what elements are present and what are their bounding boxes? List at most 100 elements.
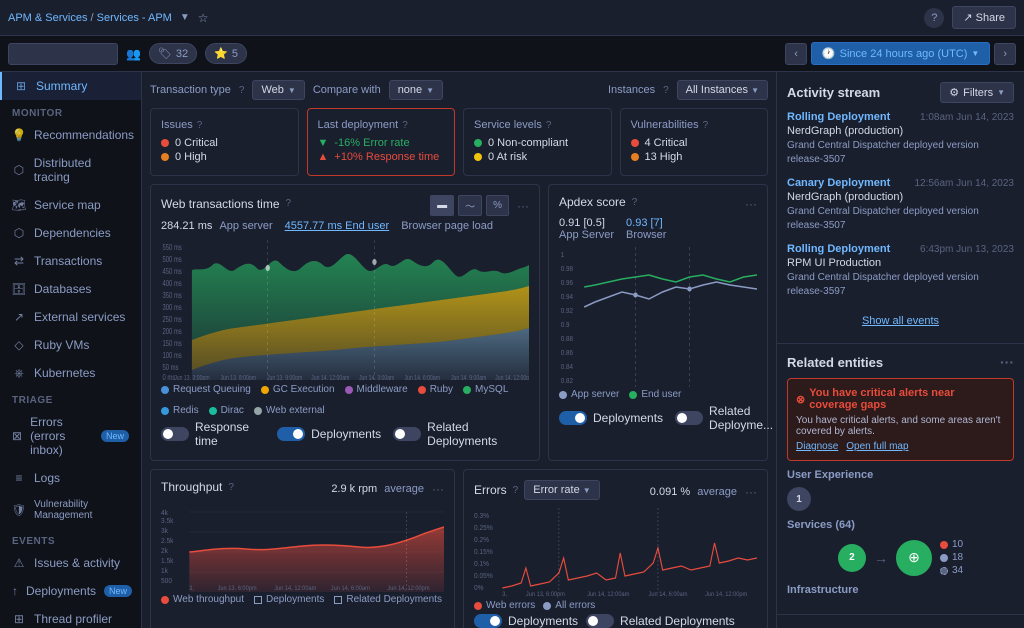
- diagnose-link[interactable]: Diagnose: [796, 441, 838, 452]
- svg-text:1: 1: [561, 252, 565, 259]
- more-icon-wt[interactable]: ···: [517, 199, 529, 213]
- vulnerabilities-critical-row: 4 Critical: [631, 137, 758, 149]
- legend-middleware: Middleware: [345, 384, 408, 395]
- open-full-map-link[interactable]: Open full map: [846, 441, 908, 452]
- errors-title: Errors ? Error rate ▼: [474, 480, 600, 500]
- sidebar-item-transactions[interactable]: ⇄ Transactions: [0, 247, 141, 275]
- apdex-related-label: Related Deployme...: [709, 404, 773, 432]
- svg-text:300 ms: 300 ms: [162, 304, 182, 312]
- svg-text:Jun 14, 12:00pm: Jun 14, 12:00pm: [495, 374, 529, 380]
- time-nav-next[interactable]: ›: [994, 43, 1016, 65]
- sidebar-item-external-services[interactable]: ↗ External services: [0, 303, 141, 331]
- more-icon-throughput[interactable]: ···: [432, 482, 444, 496]
- sidebar-item-deployments[interactable]: ↑ Deployments New: [0, 577, 141, 605]
- sidebar-item-errors-inbox[interactable]: ⊠ Errors (errors inbox) New: [0, 408, 141, 464]
- response-time-toggle[interactable]: [161, 427, 189, 441]
- user-experience-title: User Experience: [787, 469, 1014, 481]
- activity-item-3-desc: Grand Central Dispatcher deployed versio…: [787, 271, 1014, 299]
- share-icon: ↗: [963, 12, 972, 24]
- compare-none-button[interactable]: none ▼: [389, 80, 443, 100]
- deployments-badge: New: [104, 585, 132, 597]
- sidebar-item-logs[interactable]: ≡ Logs: [0, 464, 141, 492]
- sidebar-section-events: EVENTS: [0, 528, 141, 549]
- svg-text:0.84: 0.84: [561, 364, 574, 371]
- more-icon-entities[interactable]: ···: [1000, 354, 1014, 370]
- breadcrumb-link-2[interactable]: Services - APM: [97, 12, 172, 24]
- help-icon[interactable]: ?: [924, 8, 944, 28]
- all-instances-button[interactable]: All Instances ▼: [677, 80, 768, 100]
- breadcrumb-link-1[interactable]: APM & Services: [8, 12, 87, 24]
- line-chart-tool[interactable]: 〜: [458, 195, 482, 216]
- activity-item-3: Rolling Deployment 6:43pm Jun 13, 2023 R…: [787, 243, 1014, 299]
- external-services-icon: ↗: [12, 310, 26, 324]
- filter-bar: Transaction type ? Web ▼ Compare with no…: [150, 80, 768, 100]
- app-server-legend-dot: [559, 391, 567, 399]
- globe-icon: ⊕: [908, 549, 920, 566]
- sidebar-item-databases[interactable]: 🗄 Databases: [0, 275, 141, 303]
- deployments-toggle[interactable]: [277, 427, 305, 441]
- more-icon-apdex[interactable]: ···: [745, 197, 757, 211]
- share-button[interactable]: ↗ Share: [952, 6, 1016, 29]
- legend-web-throughput: Web throughput: [161, 594, 244, 605]
- sidebar: ⊞ Summary MONITOR 💡 Recommendations ⬡ Di…: [0, 72, 142, 628]
- errors-related-toggle[interactable]: [586, 614, 614, 628]
- top-bar: APM & Services / Services - APM ▼ ☆ ? ↗ …: [0, 0, 1024, 36]
- show-all-events-link[interactable]: Show all events: [787, 309, 1014, 333]
- filter-pill-star[interactable]: ⭐ 5: [205, 43, 247, 64]
- sidebar-item-recommendations[interactable]: 💡 Recommendations: [0, 121, 141, 149]
- bar-chart-tool[interactable]: ▬: [430, 195, 454, 216]
- apdex-deployments-toggle[interactable]: [559, 411, 587, 425]
- svg-text:Jun 13, 9:00pm: Jun 13, 9:00pm: [267, 374, 302, 380]
- activity-filters-button[interactable]: ⚙ Filters ▼: [940, 82, 1014, 103]
- sidebar-item-vulnerability[interactable]: 🛡 Vulnerability Management: [0, 492, 141, 528]
- sidebar-item-kubernetes[interactable]: ⎈ Kubernetes: [0, 359, 141, 387]
- throughput-related-dot: [334, 596, 342, 604]
- star-icon[interactable]: ☆: [198, 11, 209, 25]
- top-bar-right: ? ↗ Share: [924, 6, 1016, 29]
- app-server-value: 284.21 ms App server: [161, 220, 273, 232]
- error-rate-button[interactable]: Error rate ▼: [524, 480, 599, 500]
- error-rate-icon: ▼: [318, 137, 329, 149]
- search-input[interactable]: [8, 43, 118, 65]
- apdex-chart-area: 1 0.98 0.96 0.94 0.92 0.9 0.88 0.86 0.84…: [559, 247, 757, 387]
- web-filter-button[interactable]: Web ▼: [252, 80, 304, 100]
- ruby-vms-icon: ◇: [12, 338, 26, 352]
- sidebar-item-ruby-vms[interactable]: ◇ Ruby VMs: [0, 331, 141, 359]
- recommendations-icon: 💡: [12, 128, 26, 142]
- svg-text:Jun 13, 6:00pm: Jun 13, 6:00pm: [526, 592, 565, 598]
- thread-profiler-icon: ⊞: [12, 612, 26, 626]
- apdex-related-toggle[interactable]: [675, 411, 703, 425]
- filter-pill-count[interactable]: 🏷 32: [149, 43, 197, 64]
- chevron-down-icon: ▼: [288, 86, 296, 95]
- legend-request-queuing: Request Queuing: [161, 384, 251, 395]
- instances-label: Instances: [608, 84, 655, 96]
- percent-chart-tool[interactable]: %: [486, 195, 509, 216]
- dropdown-arrow-icon[interactable]: ▼: [180, 12, 190, 23]
- errors-deployments-toggle[interactable]: [474, 614, 502, 628]
- svg-text:0.94: 0.94: [561, 294, 574, 301]
- related-deployments-toggle[interactable]: [393, 427, 421, 441]
- sidebar-item-summary[interactable]: ⊞ Summary: [0, 72, 141, 100]
- more-icon-errors[interactable]: ···: [745, 485, 757, 499]
- service-num-badges: 10 18 34: [940, 539, 963, 576]
- activity-item-3-name: RPM UI Production: [787, 257, 1014, 269]
- time-range-button[interactable]: 🕐 Since 24 hours ago (UTC) ▼: [811, 42, 990, 65]
- chevron-down-icon-2: ▼: [426, 86, 434, 95]
- sidebar-item-distributed-tracing[interactable]: ⬡ Distributed tracing: [0, 149, 141, 191]
- sidebar-item-dependencies[interactable]: ⬡ Dependencies: [0, 219, 141, 247]
- errors-legend: Web errors All errors: [474, 600, 757, 611]
- svg-text:0.05%: 0.05%: [474, 573, 493, 580]
- legend-end-user: End user: [629, 389, 681, 400]
- help-icon-apdex: ?: [632, 197, 638, 208]
- time-nav-prev[interactable]: ‹: [785, 43, 807, 65]
- alert-icon: ⊗: [796, 393, 805, 406]
- legend-gc-execution: GC Execution: [261, 384, 335, 395]
- web-throughput-dot: [161, 596, 169, 604]
- legend-mysql: MySQL: [463, 384, 508, 395]
- help-icon-wt: ?: [286, 198, 292, 209]
- filter-icon: ⚙: [949, 86, 959, 99]
- sidebar-item-service-map[interactable]: 🗺 Service map: [0, 191, 141, 219]
- sidebar-item-issues[interactable]: ⚠ Issues & activity: [0, 549, 141, 577]
- end-user-value[interactable]: 4557.77 ms End user: [285, 220, 390, 232]
- sidebar-item-thread-profiler[interactable]: ⊞ Thread profiler: [0, 605, 141, 628]
